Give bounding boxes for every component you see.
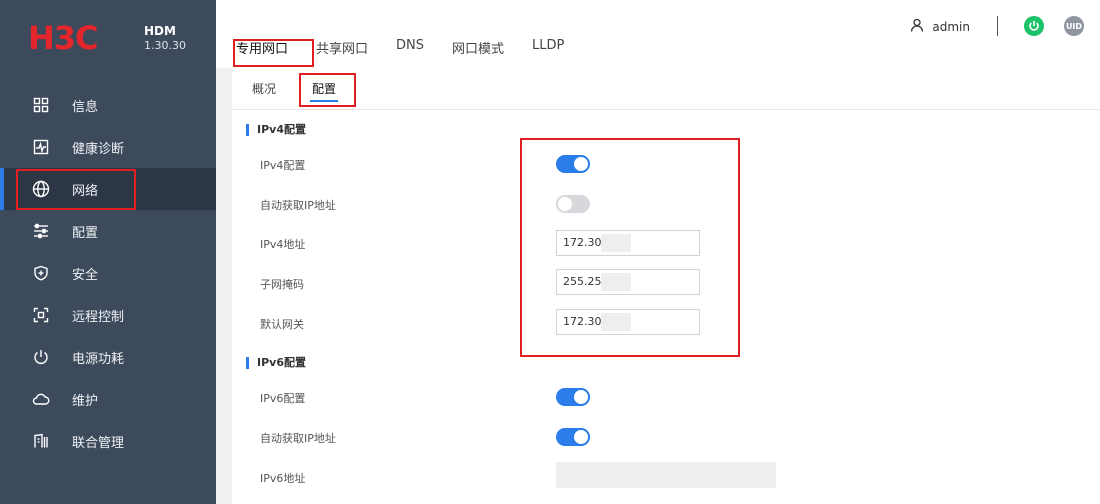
sidebar-item-maintenance[interactable]: 维护 (0, 378, 216, 420)
sidebar-item-health[interactable]: 健康诊断 (0, 126, 216, 168)
tab-port-mode[interactable]: 网口模式 (452, 38, 504, 57)
grid-icon (32, 96, 50, 114)
product-name: HDM (144, 24, 176, 38)
ipv6-enable-toggle[interactable] (556, 388, 590, 406)
ipv4-address-label: IPv4地址 (260, 238, 306, 251)
building-icon (32, 432, 50, 450)
subnet-mask-label: 子网掩码 (260, 278, 304, 291)
ipv6-section-title: IPv6配置 (246, 357, 306, 369)
content-panel: 概况 配置 IPv4配置 IPv4配置 自动获取IP地址 IPv4地址 172.… (232, 68, 1100, 504)
sidebar-item-label: 远程控制 (72, 309, 125, 325)
sub-tabs: 概况 配置 (232, 68, 1100, 110)
header-divider (997, 16, 998, 36)
sidebar-item-network[interactable]: 网络 (0, 168, 216, 210)
sidebar-item-label: 维护 (72, 393, 99, 409)
ipv4-address-input[interactable]: 172.30 (556, 230, 700, 256)
ipv6-dhcp-toggle[interactable] (556, 428, 590, 446)
product-version: 1.30.30 (144, 39, 186, 52)
uid-button[interactable]: UID (1064, 16, 1084, 36)
gateway-value: 172.30 (563, 315, 602, 328)
ipv6-enable-label: IPv6配置 (260, 392, 306, 405)
sidebar-item-label: 健康诊断 (72, 141, 125, 157)
ipv4-section-title: IPv4配置 (246, 124, 306, 136)
sidebar-item-config[interactable]: 配置 (0, 210, 216, 252)
power-button[interactable] (1024, 16, 1044, 36)
toggle-knob (574, 157, 588, 171)
ipv4-dhcp-toggle[interactable] (556, 195, 590, 213)
toggle-knob (574, 430, 588, 444)
tab-lldp[interactable]: LLDP (532, 38, 564, 57)
sidebar-item-label: 安全 (72, 267, 99, 283)
sidebar-item-label: 配置 (72, 225, 99, 241)
ipv6-address-label: IPv6地址 (260, 472, 306, 485)
username: admin (932, 19, 970, 34)
shield-plus-icon (32, 264, 50, 282)
ipv4-enable-toggle[interactable] (556, 155, 590, 173)
tab-dns[interactable]: DNS (396, 38, 424, 57)
sidebar-item-label: 联合管理 (72, 435, 125, 451)
tab-dedicated-port[interactable]: 专用网口 (236, 38, 288, 57)
sidebar-item-security[interactable]: 安全 (0, 252, 216, 294)
sidebar-item-remote[interactable]: 远程控制 (0, 294, 216, 336)
sidebar-item-label: 信息 (72, 99, 99, 115)
sliders-icon (32, 222, 50, 240)
power-icon (32, 348, 50, 366)
subtab-config[interactable]: 配置 (309, 80, 339, 102)
redacted-mask (601, 234, 631, 252)
user-menu[interactable]: admin (910, 18, 970, 35)
subnet-mask-value: 255.25 (563, 275, 602, 288)
sidebar-nav: 信息 健康诊断 网络 配置 安全 远程控制 电源功耗 维护 联合管理 (0, 84, 216, 462)
ipv6-address-input (556, 462, 776, 488)
sidebar-item-label: 电源功耗 (72, 351, 125, 367)
redacted-mask (601, 273, 631, 291)
subnet-mask-input[interactable]: 255.25 (556, 269, 700, 295)
ipv4-enable-label: IPv4配置 (260, 159, 306, 172)
sidebar-item-label: 网络 (72, 183, 99, 199)
power-icon (1028, 17, 1040, 36)
sidebar-item-info[interactable]: 信息 (0, 84, 216, 126)
ipv4-dhcp-label: 自动获取IP地址 (260, 199, 336, 212)
globe-icon (32, 180, 50, 198)
cloud-icon (32, 390, 50, 408)
remote-icon (32, 306, 50, 324)
sidebar: H3C HDM 1.30.30 信息 健康诊断 网络 配置 安全 远程控制 电源… (0, 0, 216, 504)
toggle-knob (574, 390, 588, 404)
h3c-logo: H3C (28, 19, 99, 57)
ipv6-dhcp-label: 自动获取IP地址 (260, 432, 336, 445)
gateway-label: 默认网关 (260, 318, 304, 331)
tab-shared-port[interactable]: 共享网口 (316, 38, 368, 57)
network-tabs: 专用网口 共享网口 DNS 网口模式 LLDP (236, 38, 592, 57)
redacted-mask (601, 313, 631, 331)
user-icon (910, 18, 924, 35)
pulse-icon (32, 138, 50, 156)
gateway-input[interactable]: 172.30 (556, 309, 700, 335)
top-header: 专用网口 共享网口 DNS 网口模式 LLDP admin UID (216, 0, 1100, 68)
subtab-overview[interactable]: 概况 (252, 80, 276, 97)
ipv4-address-value: 172.30 (563, 236, 602, 249)
sidebar-item-federation[interactable]: 联合管理 (0, 420, 216, 462)
toggle-knob (558, 197, 572, 211)
sidebar-item-power[interactable]: 电源功耗 (0, 336, 216, 378)
